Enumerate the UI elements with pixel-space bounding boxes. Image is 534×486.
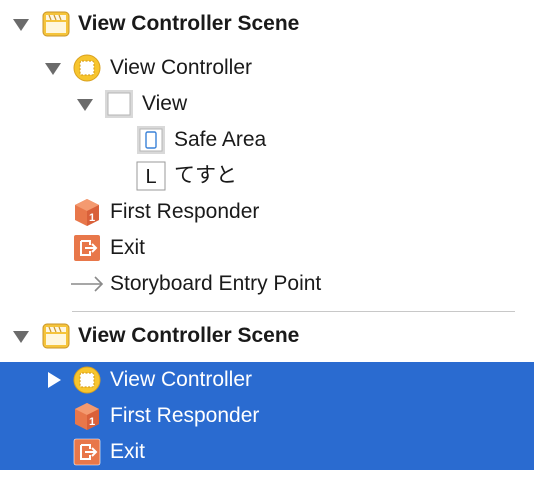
svg-text:1: 1 bbox=[89, 416, 95, 428]
label-icon-glyph: L bbox=[145, 166, 156, 188]
outline-row-label: View Controller Scene bbox=[78, 12, 300, 35]
disclosure-collapsed-icon[interactable] bbox=[48, 372, 61, 388]
scene-separator bbox=[72, 311, 515, 312]
outline-row-view[interactable]: View bbox=[0, 86, 534, 122]
document-outline: View Controller Scene View Controller Vi… bbox=[0, 0, 534, 486]
scene-icon bbox=[42, 323, 70, 349]
outline-row-view-controller-scene-2[interactable]: View Controller Scene bbox=[0, 318, 534, 354]
outline-row-label: Storyboard Entry Point bbox=[110, 272, 322, 295]
outline-row-first-responder-2[interactable]: 1 First Responder bbox=[0, 398, 534, 434]
view-controller-icon bbox=[73, 54, 101, 82]
outline-row-label: てすと bbox=[174, 164, 237, 187]
disclosure-expanded-icon[interactable] bbox=[13, 19, 29, 31]
view-icon bbox=[105, 90, 133, 118]
outline-row-label: First Responder bbox=[110, 200, 260, 223]
scene-icon bbox=[42, 11, 70, 37]
entry-point-arrow-icon bbox=[71, 276, 104, 292]
first-responder-icon: 1 bbox=[75, 199, 99, 226]
outline-row-label: Exit bbox=[110, 236, 146, 259]
svg-text:1: 1 bbox=[89, 212, 95, 224]
outline-row-label: Safe Area bbox=[174, 128, 267, 151]
first-responder-icon: 1 bbox=[75, 403, 99, 430]
outline-row-view-controller-scene-1[interactable]: View Controller Scene bbox=[0, 6, 534, 42]
outline-row-label: View Controller Scene bbox=[78, 324, 300, 347]
outline-row-safe-area[interactable]: Safe Area bbox=[0, 122, 534, 158]
outline-row-storyboard-entry-point[interactable]: Storyboard Entry Point bbox=[0, 266, 534, 302]
outline-row-label: Exit bbox=[110, 440, 146, 463]
safe-area-icon bbox=[137, 126, 165, 154]
view-controller-icon bbox=[73, 366, 101, 394]
label-icon: L bbox=[136, 161, 166, 191]
outline-row-label-element[interactable]: L てすと bbox=[0, 158, 534, 194]
exit-icon bbox=[74, 235, 100, 261]
outline-row-exit-1[interactable]: Exit bbox=[0, 230, 534, 266]
disclosure-expanded-icon[interactable] bbox=[45, 63, 61, 75]
outline-row-exit-2[interactable]: Exit bbox=[0, 434, 534, 470]
outline-row-view-controller-1[interactable]: View Controller bbox=[0, 50, 534, 86]
outline-row-view-controller-2[interactable]: View Controller bbox=[0, 362, 534, 398]
disclosure-expanded-icon[interactable] bbox=[13, 331, 29, 343]
outline-row-label: First Responder bbox=[110, 404, 260, 427]
outline-row-first-responder-1[interactable]: 1 First Responder bbox=[0, 194, 534, 230]
outline-row-label: View bbox=[142, 92, 188, 115]
exit-icon bbox=[73, 438, 101, 466]
outline-row-label: View Controller bbox=[110, 56, 253, 79]
outline-row-label: View Controller bbox=[110, 368, 253, 391]
disclosure-expanded-icon[interactable] bbox=[77, 99, 93, 111]
